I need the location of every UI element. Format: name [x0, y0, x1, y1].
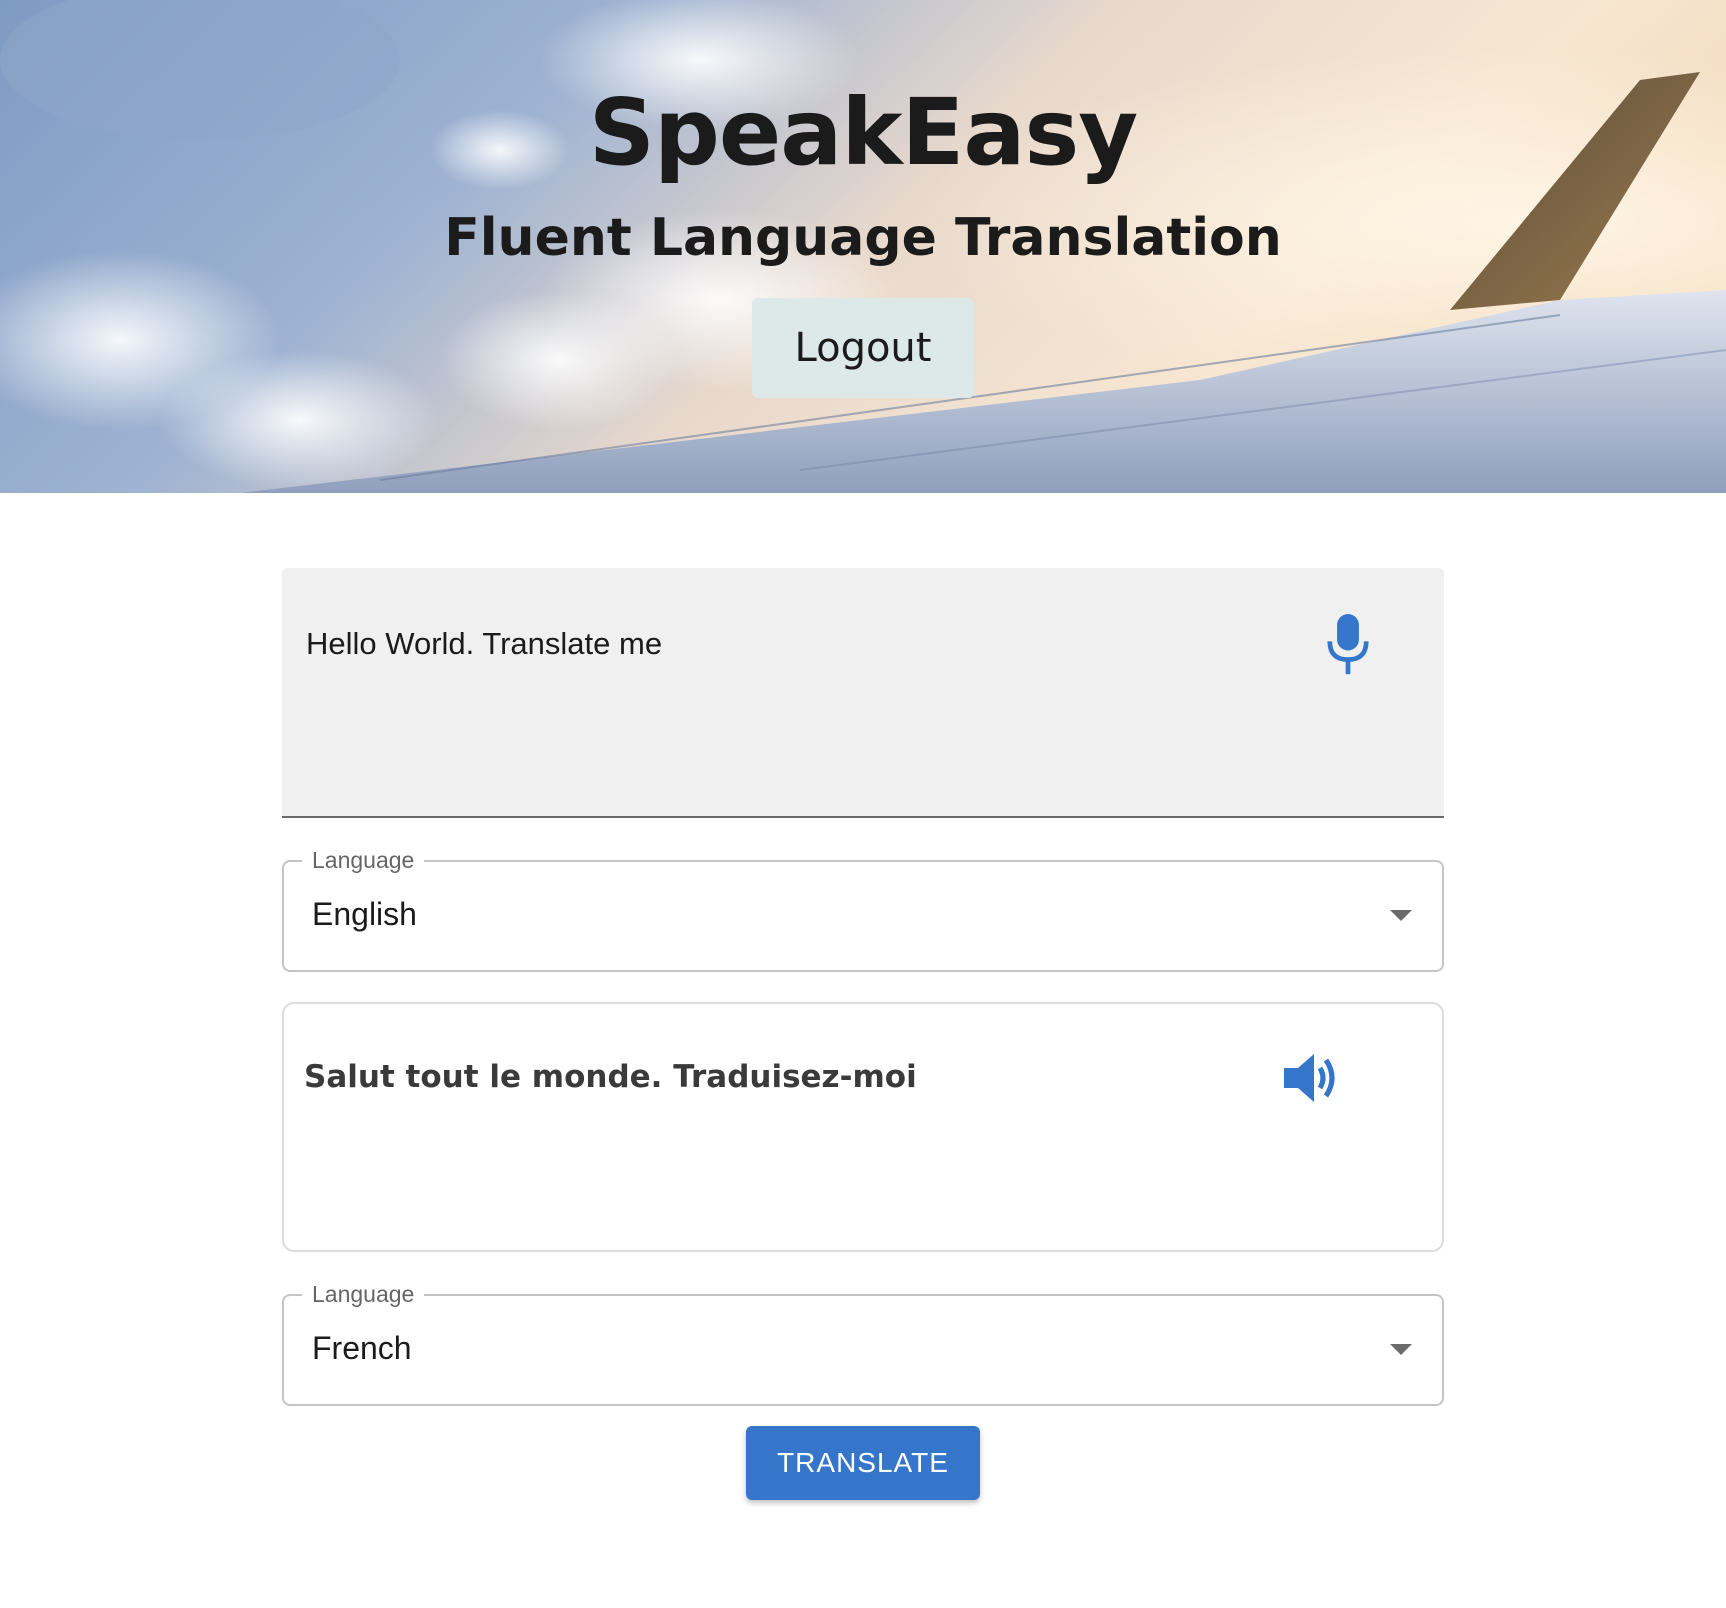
target-language-label: Language [302, 1278, 425, 1310]
app-subtitle: Fluent Language Translation [444, 208, 1282, 268]
chevron-down-icon [1390, 1344, 1412, 1355]
translate-button[interactable]: TRANSLATE [746, 1426, 980, 1500]
target-language-select[interactable]: Language French [282, 1278, 1444, 1406]
source-language-label: Language [302, 844, 425, 876]
chevron-down-icon [1390, 910, 1412, 921]
source-language-value: English [312, 896, 417, 932]
app-title: SpeakEasy [588, 79, 1138, 186]
logout-button[interactable]: Logout [752, 298, 974, 398]
source-language-select[interactable]: Language English [282, 844, 1444, 972]
source-text-input[interactable]: Hello World. Translate me [306, 624, 1306, 744]
hero-banner: SpeakEasy Fluent Language Translation Lo… [0, 0, 1726, 493]
source-text-field[interactable]: Hello World. Translate me [282, 568, 1444, 818]
microphone-icon[interactable] [1326, 614, 1370, 676]
target-language-value: French [312, 1330, 412, 1366]
translated-text-box: Salut tout le monde. Traduisez-moi [282, 1002, 1444, 1252]
speaker-icon[interactable] [1284, 1050, 1344, 1106]
translated-text: Salut tout le monde. Traduisez-moi [304, 1059, 917, 1095]
